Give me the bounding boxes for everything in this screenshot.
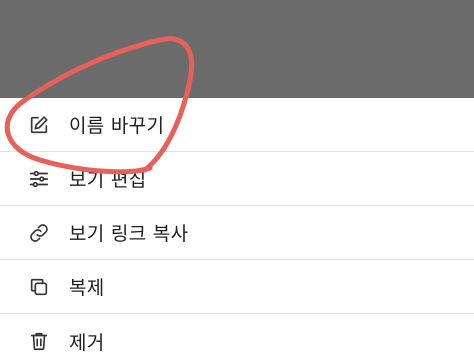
menu-item-label: 복제: [69, 277, 105, 299]
copy-icon: [26, 274, 52, 300]
menu-item-label: 이름 바꾸기: [69, 115, 165, 137]
screen: 이름 바꾸기 보기 편집 보기 링크 복사 복제 제거: [0, 0, 474, 361]
trash-icon: [26, 328, 52, 354]
edit-icon: [26, 112, 52, 138]
menu-item-label: 보기 편집: [69, 169, 147, 191]
menu-item-rename[interactable]: 이름 바꾸기: [0, 98, 474, 152]
sliders-icon: [26, 166, 52, 192]
menu-item-label: 제거: [69, 331, 105, 354]
menu-item-edit-view[interactable]: 보기 편집: [0, 152, 474, 206]
context-menu: 이름 바꾸기 보기 편집 보기 링크 복사 복제 제거: [0, 98, 474, 361]
menu-item-copy-link[interactable]: 보기 링크 복사: [0, 206, 474, 260]
menu-item-duplicate[interactable]: 복제: [0, 260, 474, 314]
dim-overlay[interactable]: [0, 0, 474, 98]
link-icon: [26, 220, 52, 246]
menu-item-label: 보기 링크 복사: [69, 223, 189, 245]
menu-item-remove[interactable]: 제거: [0, 314, 474, 361]
